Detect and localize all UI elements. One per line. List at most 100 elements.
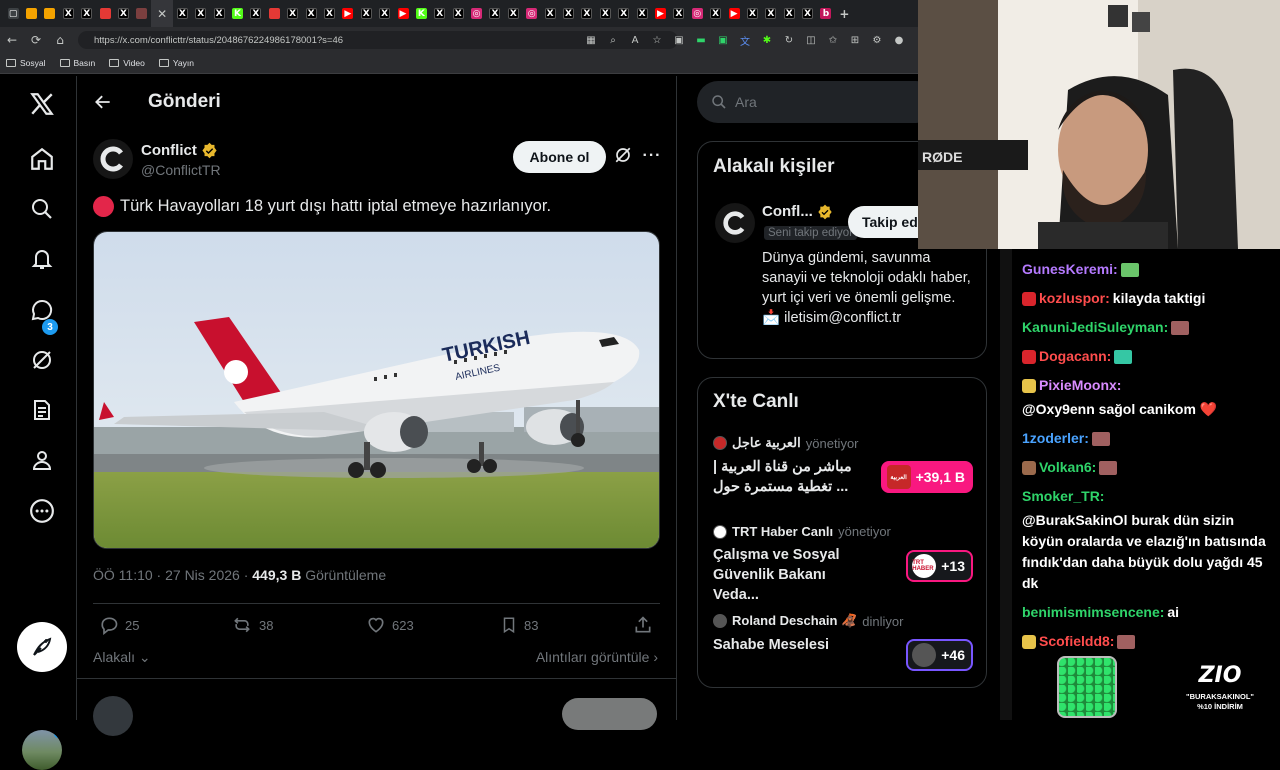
bookmark-folder[interactable]: Video [109,58,145,68]
browser-tab[interactable]: X [114,0,132,27]
browser-tab[interactable]: X [431,0,449,27]
chat-username[interactable]: PixieMoonx: [1039,375,1121,396]
grok-explain-icon[interactable] [614,146,634,166]
live-space-item[interactable]: TRT Haber Canlı yönetiyor Çalışma ve Sosya… [713,524,975,605]
home-icon[interactable]: ⌂ [48,27,72,53]
profile-icon[interactable] [22,440,62,480]
browser-tab[interactable] [133,0,151,27]
back-icon[interactable]: ← [0,27,24,53]
browser-tab[interactable]: ✕ [151,0,174,27]
notifications-icon[interactable] [22,239,62,279]
browser-tab[interactable] [96,0,114,27]
browser-tab[interactable]: X [541,0,559,27]
reply-submit-button[interactable] [562,698,657,730]
related-person-name[interactable]: Confl... [762,203,833,220]
live-space-item[interactable]: العربية عاجل yönetiyor مباشر من قناة العرب… [713,435,975,497]
listener-count-pill[interactable]: TRT HABER +13 [906,550,973,582]
compose-post-button[interactable] [17,622,67,672]
extension-icon[interactable]: ✱ [756,31,778,49]
chat-username[interactable]: Volkan6: [1039,457,1096,478]
chat-username[interactable]: benimismimsencene: [1022,602,1164,623]
browser-tab[interactable]: ▶ [339,0,357,27]
chat-username[interactable]: Scofieldd8: [1039,631,1114,652]
browser-tab[interactable]: X [578,0,596,27]
sort-replies-dropdown[interactable]: Alakalı ⌄ [93,649,151,666]
browser-tab[interactable] [265,0,283,27]
browser-tab[interactable]: X [302,0,320,27]
reply-button[interactable]: 25 [99,615,139,635]
author-handle[interactable]: @ConflictTR [141,162,221,178]
like-button[interactable]: 623 [366,615,414,635]
refresh-extension-icon[interactable]: ↻ [778,31,800,49]
browser-tab[interactable]: X [670,0,688,27]
browser-tab[interactable]: X [504,0,522,27]
author-name[interactable]: Conflict [141,142,218,159]
more-options-icon[interactable]: ··· [642,146,662,166]
extension-icon[interactable]: ▣ [712,31,734,49]
browser-tab[interactable]: X [615,0,633,27]
author-avatar[interactable] [93,139,133,179]
browser-tab[interactable]: ▶ [394,0,412,27]
view-quotes-link[interactable]: Alıntıları görüntüle › [536,649,658,665]
browser-tab[interactable]: X [798,0,816,27]
browser-tab[interactable]: X [762,0,780,27]
extension-icon[interactable]: ▬ [690,31,712,49]
browser-tab[interactable]: ▶ [651,0,669,27]
favorite-icon[interactable]: ☆ [646,31,668,49]
browser-tab[interactable]: ◎ [688,0,706,27]
subscribe-button[interactable]: Abone ol [513,141,606,173]
browser-tab[interactable]: X [633,0,651,27]
browser-tab[interactable]: X [706,0,724,27]
account-avatar[interactable] [22,730,62,770]
split-view-icon[interactable]: ▦ [580,31,602,49]
live-space-item[interactable]: Roland Deschain 🦧 dinliyor Sahabe Meselesi… [713,613,975,671]
browser-tab[interactable]: X [320,0,338,27]
x-logo-icon[interactable] [22,84,62,124]
search-bar[interactable]: Ara [697,81,937,123]
zoom-icon[interactable]: ⌕ [602,31,624,49]
more-icon[interactable] [22,491,62,531]
grok-icon[interactable] [22,340,62,380]
share-button[interactable] [633,615,653,635]
messages-icon[interactable] [22,290,62,330]
post-image[interactable]: TURKISH AIRLINES [93,231,660,549]
extension-icon[interactable]: ▣ [668,31,690,49]
related-person-avatar[interactable] [715,203,755,243]
browser-tab[interactable]: X [78,0,96,27]
browser-tab[interactable]: X [247,0,265,27]
chat-username[interactable]: Smoker_TR: [1022,486,1104,507]
bookmark-folder[interactable]: Basın [59,58,95,68]
browser-tab[interactable]: K [228,0,246,27]
chat-username[interactable]: KanuniJediSuleyman: [1022,317,1168,338]
browser-tab[interactable]: X [486,0,504,27]
sidebar-icon[interactable]: ◫ [800,31,822,49]
browser-tab[interactable]: X [192,0,210,27]
search-input[interactable]: Ara [735,94,757,110]
browser-tab[interactable]: X [375,0,393,27]
reload-icon[interactable]: ⟳ [24,27,48,53]
browser-tab[interactable] [41,0,59,27]
browser-tab[interactable]: X [559,0,577,27]
chat-username[interactable]: GunesKeremi: [1022,259,1118,280]
repost-button[interactable]: 38 [231,615,273,635]
browser-tab[interactable]: ◎ [523,0,541,27]
browser-tab[interactable] [22,0,40,27]
listener-count-pill[interactable]: العربية +39,1 B [880,461,973,493]
browser-tab[interactable]: X [210,0,228,27]
search-icon[interactable] [22,189,62,229]
browser-tab[interactable]: ◎ [467,0,485,27]
chat-username[interactable]: 1zoderler: [1022,428,1089,449]
browser-tab[interactable]: X [780,0,798,27]
articles-icon[interactable] [22,390,62,430]
browser-tab[interactable]: X [59,0,77,27]
bookmark-folder[interactable]: Sosyal [6,58,46,68]
chat-username[interactable]: kozluspor: [1039,288,1110,309]
browser-tab[interactable]: X [449,0,467,27]
browser-tab[interactable]: b [817,0,835,27]
favorites-icon[interactable]: ✩ [822,31,844,49]
listener-count-pill[interactable]: +46 [906,639,973,671]
browser-tab[interactable]: X [357,0,375,27]
new-tab-button[interactable]: + [835,0,853,27]
home-icon[interactable] [22,139,62,179]
bookmark-button[interactable]: 83 [500,615,538,635]
